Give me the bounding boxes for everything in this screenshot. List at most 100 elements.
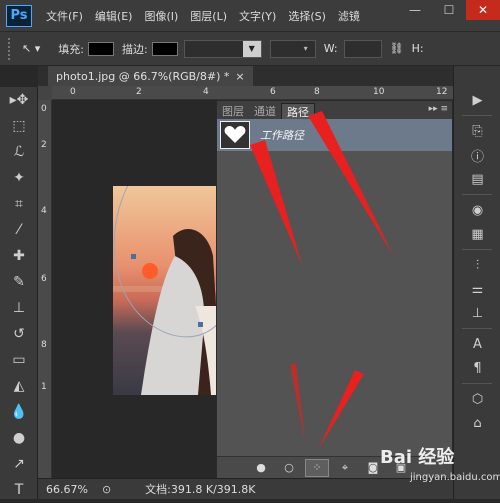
- divider: [462, 383, 492, 384]
- menu-bar: Ps 文件(F) 编辑(E) 图像(I) 图层(L) 文字(Y) 选择(S) 滤…: [0, 0, 500, 32]
- tab-channels[interactable]: 通道: [249, 103, 281, 119]
- pen-tool-icon[interactable]: ↗: [0, 451, 38, 477]
- ruler-tick-label: 6: [270, 87, 276, 97]
- paragraph-icon[interactable]: ¶: [454, 356, 500, 380]
- paths-panel: 图层 通道 路径 ▸▸ ≡ 工作路径 ● ○ ⁘ ⌖ ◙ ▣: [216, 100, 453, 478]
- history-icon[interactable]: ⎘: [454, 119, 500, 143]
- navigator-icon[interactable]: ▤: [454, 167, 500, 191]
- divider: [462, 115, 492, 116]
- fill-path-button[interactable]: ●: [249, 459, 273, 477]
- adjustments-icon[interactable]: ⚌: [454, 277, 500, 301]
- panel-tabs: 图层 通道 路径 ▸▸ ≡: [217, 101, 452, 119]
- divider: [462, 194, 492, 195]
- make-work-path-button[interactable]: ⌖: [333, 459, 357, 477]
- history-brush-tool-icon[interactable]: ↺: [0, 321, 38, 347]
- ruler-tick-label: 4: [41, 206, 47, 216]
- divider: [462, 249, 492, 250]
- watermark-logo: Bai 经验: [380, 447, 455, 468]
- photo-image[interactable]: [113, 186, 216, 395]
- fill-swatch[interactable]: [87, 41, 114, 56]
- watermark-url: jingyan.baidu.com: [410, 472, 500, 483]
- close-button[interactable]: ✕: [466, 0, 500, 20]
- document-tabs: photo1.jpg @ 66.7%(RGB/8#) * ×: [38, 66, 453, 86]
- ruler-tick-label: 6: [41, 274, 47, 284]
- document-tab-title: photo1.jpg @ 66.7%(RGB/8#) *: [56, 69, 230, 83]
- tool-presets-icon[interactable]: ⌂: [454, 411, 500, 435]
- path-select-icon[interactable]: ↖ ▾: [22, 42, 40, 55]
- menu-image[interactable]: 图像(I): [144, 8, 178, 24]
- swatches-icon[interactable]: ▦: [454, 222, 500, 246]
- width-field[interactable]: [343, 39, 382, 58]
- width-label: W:: [323, 42, 338, 55]
- brush-tool-icon[interactable]: ✎: [0, 269, 38, 295]
- info-icon[interactable]: ⓘ: [454, 143, 500, 167]
- ruler-tick-label: 8: [41, 340, 47, 350]
- eyedropper-tool-icon[interactable]: ⁄: [0, 217, 38, 243]
- bucket-tool-icon[interactable]: ◭: [0, 373, 38, 399]
- clone-source-icon[interactable]: ⊥: [454, 301, 500, 325]
- options-bar: ↖ ▾ 填充: 描边: ▼ ▾ W: ⛓ H:: [0, 32, 500, 66]
- ruler-tick-label: 8: [314, 87, 320, 97]
- tools-panel: ▸✥ ⬚ ℒ ✦ ⌗ ⁄ ✚ ✎ ⊥ ↺ ▭ ◭ 💧 ● ↗ T: [0, 87, 38, 499]
- ruler-tick-label: 2: [136, 87, 142, 97]
- menu-select[interactable]: 选择(S): [288, 8, 326, 24]
- dodge-tool-icon[interactable]: ●: [0, 425, 38, 451]
- zoom-level[interactable]: 66.67%: [46, 483, 88, 496]
- ruler-tick-label: 10: [373, 87, 385, 97]
- eraser-tool-icon[interactable]: ▭: [0, 347, 38, 373]
- ruler-tick-label: 0: [41, 104, 47, 114]
- vertical-ruler[interactable]: 0 2 4 6 8 1: [38, 100, 52, 478]
- link-icon[interactable]: ⛓: [390, 42, 404, 55]
- menu-edit[interactable]: 编辑(E): [95, 8, 133, 24]
- healing-tool-icon[interactable]: ✚: [0, 243, 38, 269]
- lasso-tool-icon[interactable]: ℒ: [0, 139, 38, 165]
- document-tab[interactable]: photo1.jpg @ 66.7%(RGB/8#) * ×: [48, 66, 253, 86]
- window-controls: — ☐ ✕: [398, 0, 500, 20]
- character-icon[interactable]: A: [454, 332, 500, 356]
- menu-file[interactable]: 文件(F): [46, 8, 83, 24]
- tab-layers[interactable]: 图层: [217, 103, 249, 119]
- height-label: H:: [411, 42, 424, 55]
- collapsed-panels-strip: ▶ ⎘ ⓘ ▤ ◉ ▦ ⫶ ⚌ ⊥ A ¶ ⬡ ⌂: [453, 66, 500, 499]
- ruler-tick-label: 1: [41, 382, 47, 392]
- blur-tool-icon[interactable]: 💧: [0, 399, 38, 425]
- stamp-tool-icon[interactable]: ⊥: [0, 295, 38, 321]
- horizontal-ruler[interactable]: 0 2 4 6 8 10 12: [52, 86, 453, 100]
- ruler-tick-label: 2: [41, 140, 47, 150]
- menu-layer[interactable]: 图层(L): [190, 8, 227, 24]
- stroke-swatch[interactable]: [151, 41, 178, 56]
- grip-handle[interactable]: [8, 37, 12, 60]
- chevron-down-icon: ▼: [242, 40, 261, 57]
- photoshop-logo: Ps: [6, 4, 32, 27]
- maximize-button[interactable]: ☐: [432, 0, 466, 20]
- stroke-label: 描边:: [121, 42, 148, 56]
- menu-type[interactable]: 文字(Y): [239, 8, 276, 24]
- minimize-button[interactable]: —: [398, 0, 432, 20]
- path-name: 工作路径: [260, 129, 304, 142]
- panel-menu-icon[interactable]: ▸▸ ≡: [429, 104, 448, 114]
- stroke-type-dropdown[interactable]: ▾: [269, 39, 316, 58]
- type-tool-icon[interactable]: T: [0, 477, 38, 503]
- tab-close-icon[interactable]: ×: [235, 70, 244, 83]
- 3d-icon[interactable]: ⬡: [454, 387, 500, 411]
- crop-tool-icon[interactable]: ⌗: [0, 191, 38, 217]
- color-icon[interactable]: ◉: [454, 198, 500, 222]
- marquee-tool-icon[interactable]: ⬚: [0, 113, 38, 139]
- menu-filter[interactable]: 滤镜: [338, 8, 360, 24]
- fill-label: 填充:: [58, 42, 84, 56]
- play-icon[interactable]: ▶: [454, 88, 500, 112]
- stroke-path-button[interactable]: ○: [277, 459, 301, 477]
- tab-paths[interactable]: 路径: [281, 103, 315, 119]
- stroke-width-dropdown[interactable]: ▼: [183, 39, 262, 58]
- list-item[interactable]: 工作路径: [217, 119, 452, 151]
- move-tool-icon[interactable]: ▸✥: [0, 87, 38, 113]
- status-menu-icon[interactable]: ⊙: [102, 483, 111, 496]
- brushes-icon[interactable]: ⫶: [454, 253, 500, 277]
- ruler-tick-label: 0: [70, 87, 76, 97]
- load-as-selection-button[interactable]: ⁘: [305, 458, 329, 477]
- heart-path-thumbnail: [220, 121, 250, 149]
- document-info: 文档:391.8 K/391.8K: [145, 483, 256, 496]
- magic-wand-tool-icon[interactable]: ✦: [0, 165, 38, 191]
- ruler-tick-label: 4: [203, 87, 209, 97]
- ruler-corner: [38, 86, 52, 100]
